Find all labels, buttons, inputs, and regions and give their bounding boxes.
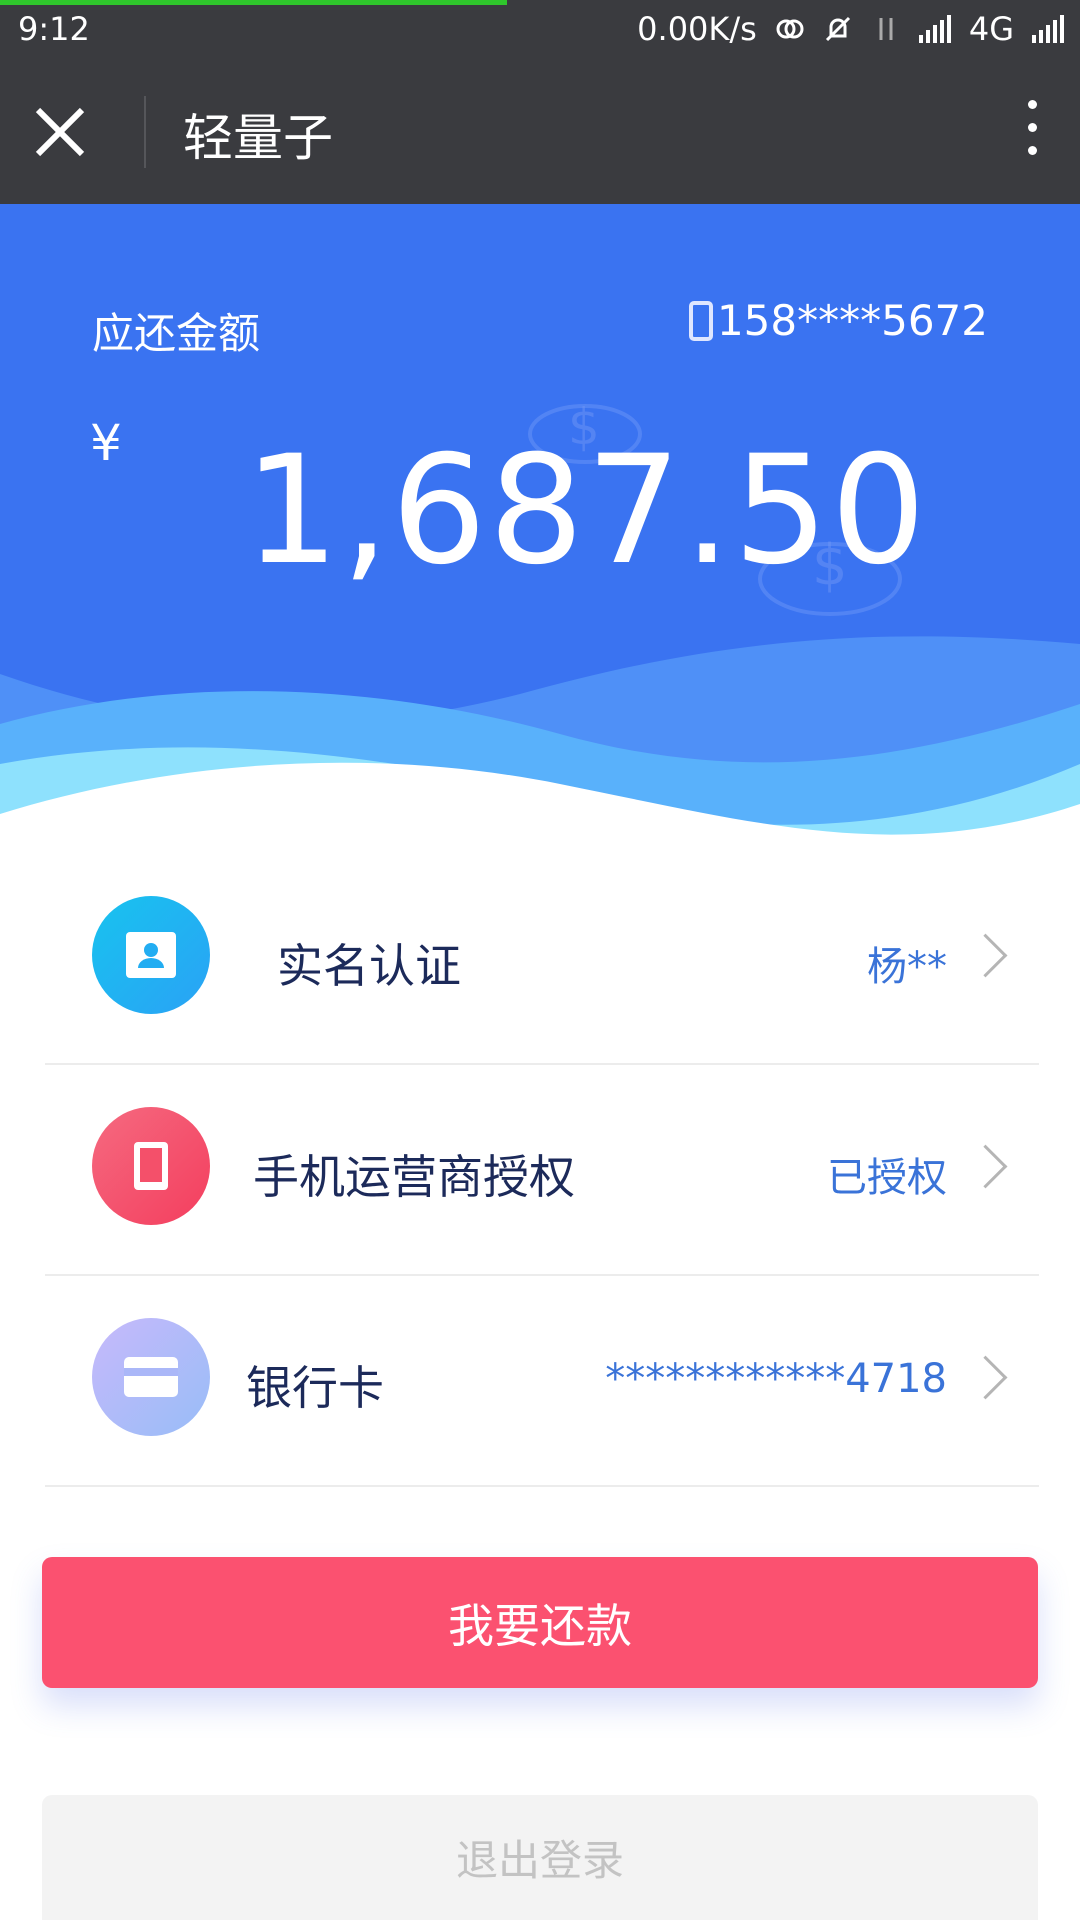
page-title: 轻量子: [183, 109, 333, 167]
row-value: ************4718: [605, 1356, 947, 1402]
bank-card-icon: [92, 1318, 210, 1436]
status-bar: 9:12 0.00K/s 4G: [0, 0, 1080, 60]
phone-number: 158****5672: [716, 296, 988, 345]
chevron-right-icon: [963, 933, 1008, 978]
phone-icon: [688, 300, 713, 341]
row-label: 手机运营商授权: [253, 1150, 575, 1204]
chevron-right-icon: [963, 1144, 1008, 1189]
id-card-icon: [92, 896, 210, 1014]
amount-label: 应还金额: [92, 309, 261, 358]
repay-button[interactable]: 我要还款: [42, 1557, 1038, 1688]
link-icon: [775, 14, 805, 44]
net-speed: 0.00K/s: [637, 10, 757, 48]
signal-icon-2: [1032, 15, 1064, 43]
more-menu-button[interactable]: [1020, 100, 1044, 170]
row-value: 已授权: [827, 1155, 947, 1201]
row-label: 银行卡: [246, 1361, 384, 1415]
chevron-right-icon: [963, 1355, 1008, 1400]
currency-symbol: ¥: [90, 414, 122, 472]
list-item-carrier-auth[interactable]: 手机运营商授权 已授权: [45, 1065, 1039, 1276]
list-item-bank-card[interactable]: 银行卡 ************4718: [45, 1276, 1039, 1487]
title-bar: 轻量子: [0, 60, 1080, 204]
data-transfer-icon: [871, 14, 901, 44]
status-indicators: 0.00K/s 4G: [637, 10, 1064, 48]
logout-button[interactable]: 退出登录: [42, 1795, 1038, 1920]
status-time: 9:12: [18, 10, 90, 48]
repayment-header: $ $ 应还金额 158****5672 ¥ 1,687.50: [0, 204, 1080, 854]
close-icon: [35, 107, 85, 157]
amount-due: 1,687.50: [244, 424, 928, 598]
row-value: 杨**: [867, 944, 947, 990]
more-vert-icon: [1020, 100, 1044, 155]
close-button[interactable]: [30, 102, 90, 162]
mobile-phone-icon: [92, 1107, 210, 1225]
signal-icon: [918, 15, 951, 43]
page-load-progress: [0, 0, 507, 5]
network-type: 4G: [968, 10, 1014, 48]
list-item-real-name[interactable]: 实名认证 杨**: [45, 854, 1039, 1065]
row-label: 实名认证: [277, 939, 461, 993]
title-divider: [144, 96, 146, 168]
bound-phone: 158****5672: [688, 296, 988, 345]
verification-list: 实名认证 杨** 手机运营商授权 已授权 银行卡 ************471…: [45, 854, 1039, 1487]
mute-bell-icon: [823, 14, 853, 44]
